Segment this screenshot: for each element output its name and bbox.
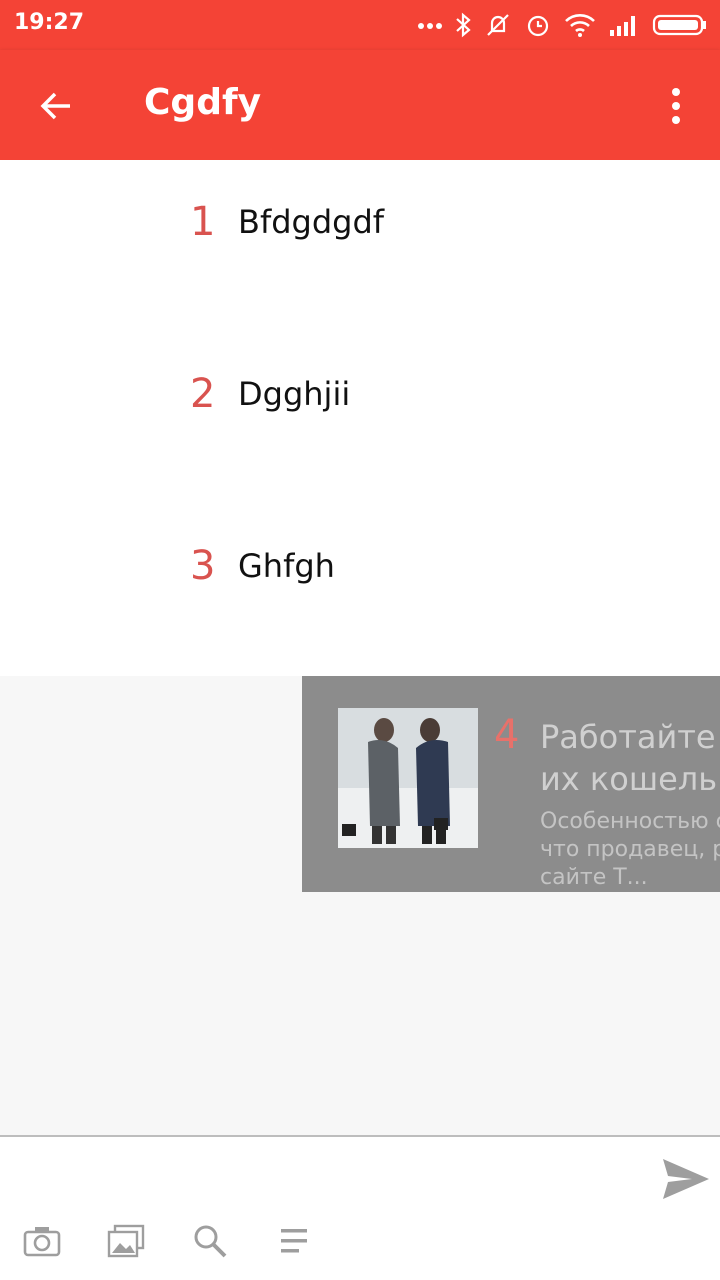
card-title: Работайте их кошельк: [540, 718, 720, 798]
status-icons: [418, 8, 708, 42]
dots-icon: [418, 23, 442, 29]
send-icon: [663, 1159, 709, 1199]
send-button[interactable]: [660, 1155, 712, 1203]
item-thumbnail: [338, 708, 478, 848]
input-bar: [0, 1137, 720, 1280]
app-bar: Cgdfy: [0, 50, 720, 160]
wifi-icon: [565, 14, 595, 37]
item-number: 3: [190, 543, 216, 589]
list-item[interactable]: 3 Ghfgh: [190, 536, 335, 596]
item-text: Dgghjii: [238, 375, 351, 413]
item-text: Bfdgdgdf: [238, 203, 385, 241]
thumbnail-image: [338, 708, 478, 848]
search-icon: [194, 1225, 227, 1258]
more-options-button[interactable]: [658, 80, 694, 132]
item-text: Ghfgh: [238, 547, 335, 585]
list-item[interactable]: 2 Dgghjii: [190, 364, 350, 424]
more-vert-icon: [672, 88, 680, 96]
toolbar: [22, 1221, 314, 1261]
bluetooth-icon: [456, 12, 471, 38]
app-title: Cgdfy: [144, 82, 262, 123]
item-number: 4: [494, 712, 520, 758]
item-list: 1 Bfdgdgdf 2 Dgghjii 3 Ghfgh: [0, 160, 720, 676]
alarm-icon: [527, 15, 549, 37]
search-button[interactable]: [190, 1221, 230, 1261]
signal-icon: [610, 16, 635, 36]
item-number: 2: [190, 371, 216, 417]
camera-button[interactable]: [22, 1221, 62, 1261]
text-format-button[interactable]: [274, 1221, 314, 1261]
card-description: Особенностью с что продавец, ра сайте Т.…: [540, 809, 720, 890]
camera-icon: [23, 1227, 61, 1257]
list-item[interactable]: 1 Bfdgdgdf: [190, 192, 384, 252]
arrow-back-icon: [40, 92, 70, 120]
back-button[interactable]: [30, 80, 82, 132]
text-lines-icon: [281, 1229, 307, 1253]
silent-icon: [487, 14, 509, 36]
battery-icon: [652, 14, 706, 36]
gallery-button[interactable]: [106, 1221, 146, 1261]
dragged-list-item[interactable]: 4 Работайте их кошельк Особенностью с чт…: [302, 676, 720, 892]
gallery-icon: [107, 1224, 145, 1258]
status-bar: 19:27: [0, 0, 720, 50]
item-number: 1: [190, 199, 216, 245]
status-time: 19:27: [14, 10, 85, 35]
